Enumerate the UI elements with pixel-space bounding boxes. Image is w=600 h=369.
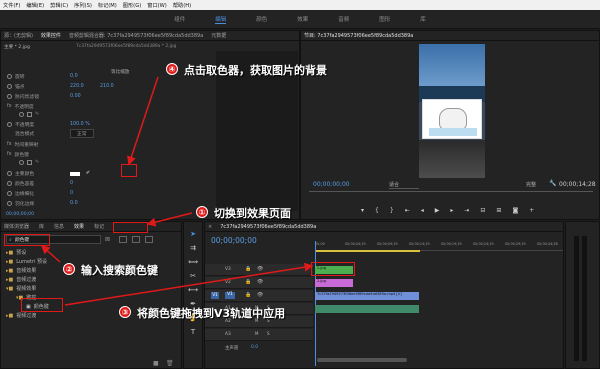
callout-text-2: 输入搜索颜色键 bbox=[81, 264, 158, 277]
arrow-2 bbox=[40, 245, 61, 263]
callout-text-3: 将颜色键拖拽到V3轨道中应用 bbox=[137, 307, 286, 320]
callout-text-4: 点击取色器，获取图片的背景 bbox=[184, 64, 327, 77]
callout-number-4: ④ bbox=[166, 63, 178, 75]
callout-number-3: ③ bbox=[119, 306, 131, 318]
arrow-4 bbox=[127, 76, 159, 166]
callout-number-1: ① bbox=[196, 206, 208, 218]
arrow-1 bbox=[146, 212, 193, 227]
callout-text-1: 切换到效果页面 bbox=[214, 207, 291, 220]
callout-number-2: ② bbox=[63, 263, 75, 275]
annotation-arrows bbox=[40, 76, 314, 306]
